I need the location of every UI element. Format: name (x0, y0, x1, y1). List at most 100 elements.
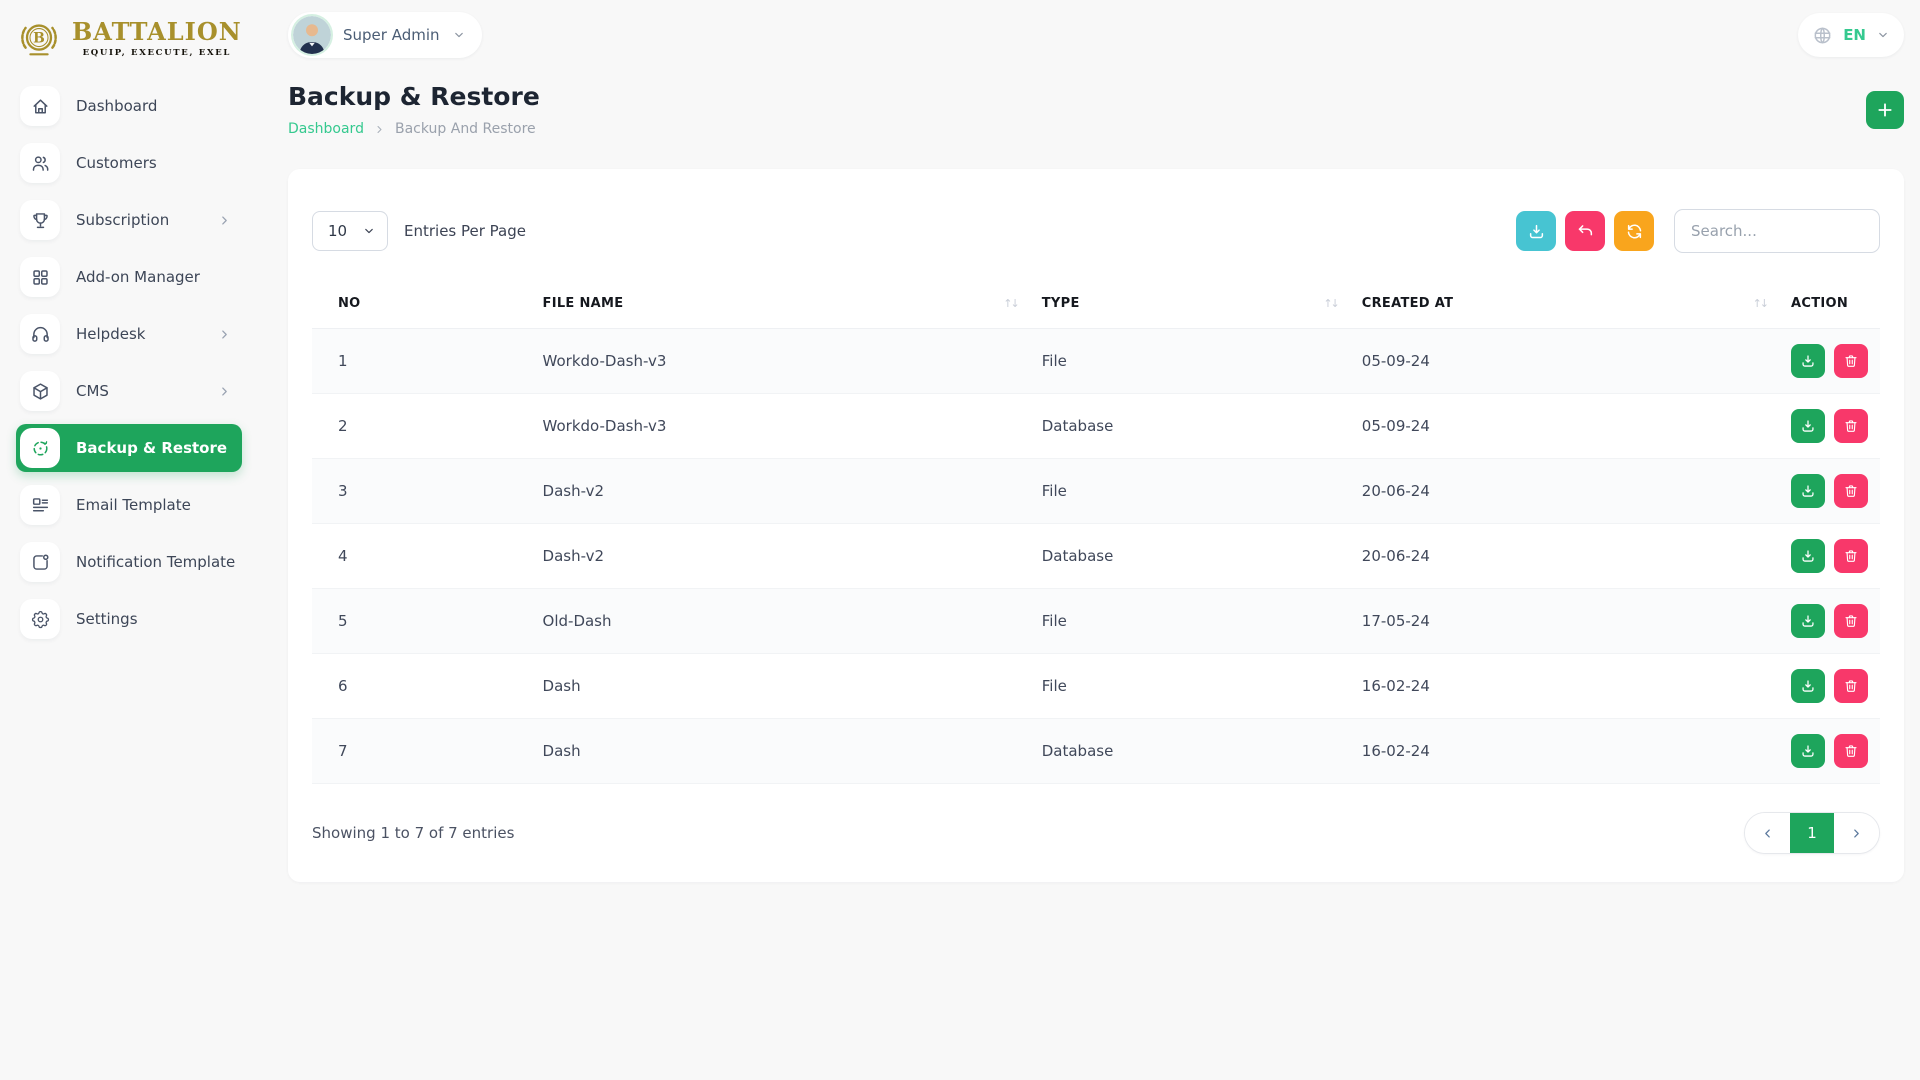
add-backup-button[interactable] (1866, 90, 1904, 129)
cell-created-at: 05-09-24 (1361, 417, 1430, 435)
home-icon (30, 96, 51, 117)
column-header-type[interactable]: TYPE ↑↓ (1030, 279, 1350, 329)
search-input[interactable] (1674, 209, 1880, 253)
chevron-right-icon (217, 213, 232, 228)
cell-file-name: Workdo-Dash-v3 (542, 352, 667, 370)
pagination-next-button[interactable] (1834, 813, 1879, 853)
brand-logo[interactable]: B BATTALION EQUIP, EXECUTE, EXEL (0, 14, 258, 78)
download-row-button[interactable] (1791, 344, 1825, 378)
delete-row-button[interactable] (1834, 604, 1868, 638)
delete-row-button[interactable] (1834, 474, 1868, 508)
download-icon (1800, 678, 1816, 694)
cell-created-at: 20-06-24 (1361, 482, 1430, 500)
cell-type: File (1041, 482, 1067, 500)
row-actions (1791, 604, 1868, 638)
nav-icon-box (20, 257, 60, 297)
sidebar-item-label: Notification Template (76, 553, 236, 571)
nav-icon-box (20, 542, 60, 582)
brand-tagline: EQUIP, EXECUTE, EXEL (82, 48, 232, 58)
topbar: Super Admin EN (288, 0, 1904, 58)
column-header-no: NO (338, 296, 361, 311)
trash-icon (1843, 418, 1859, 434)
sidebar-item-dashboard[interactable]: Dashboard (16, 82, 242, 130)
sidebar-item-label: CMS (76, 382, 109, 400)
download-icon (1800, 743, 1816, 759)
delete-row-button[interactable] (1834, 539, 1868, 573)
gear-icon (30, 609, 51, 630)
download-row-button[interactable] (1791, 474, 1825, 508)
table-row: 6 Dash File 16-02-24 (312, 654, 1880, 719)
notification-template-icon (30, 552, 51, 573)
globe-icon (1812, 25, 1833, 46)
delete-row-button[interactable] (1834, 669, 1868, 703)
trash-icon (1843, 678, 1859, 694)
sidebar-item-customers[interactable]: Customers (16, 139, 242, 187)
download-icon (1800, 483, 1816, 499)
download-row-button[interactable] (1791, 604, 1825, 638)
row-actions (1791, 669, 1868, 703)
chevron-left-icon (1760, 826, 1775, 841)
download-row-button[interactable] (1791, 734, 1825, 768)
nav-icon-box (20, 428, 60, 468)
column-header-created-at[interactable]: CREATED AT ↑↓ (1350, 279, 1779, 329)
chevron-right-icon (373, 123, 386, 136)
cell-type: File (1041, 612, 1067, 630)
showing-entries-text: Showing 1 to 7 of 7 entries (312, 824, 515, 842)
nav-icon-box (20, 314, 60, 354)
table-toolbar: 10 Entries Per Page (312, 209, 1880, 253)
sidebar-item-label: Add-on Manager (76, 268, 200, 286)
sidebar-item-label: Subscription (76, 211, 170, 229)
table-body: 1 Workdo-Dash-v3 File 05-09-24 2 Workdo-… (312, 328, 1880, 784)
breadcrumb: Dashboard Backup And Restore (288, 121, 540, 137)
main-content: Super Admin EN Backup & Restore Dashboar… (258, 0, 1920, 1080)
sidebar-item-subscription[interactable]: Subscription (16, 196, 242, 244)
sidebar-item-helpdesk[interactable]: Helpdesk (16, 310, 242, 358)
column-header-file-name[interactable]: FILE NAME ↑↓ (531, 279, 1030, 329)
headphones-icon (30, 324, 51, 345)
delete-row-button[interactable] (1834, 409, 1868, 443)
sidebar-item-settings[interactable]: Settings (16, 595, 242, 643)
cell-file-name: Dash (542, 677, 581, 695)
sidebar-item-label: Dashboard (76, 97, 158, 115)
sidebar-item-label: Backup & Restore (76, 439, 228, 457)
chevron-down-icon (1876, 28, 1890, 42)
download-row-button[interactable] (1791, 539, 1825, 573)
nav-icon-box (20, 485, 60, 525)
brand-text: BATTALION EQUIP, EXECUTE, EXEL (72, 20, 242, 59)
sidebar-item-cms[interactable]: CMS (16, 367, 242, 415)
cell-no: 5 (338, 612, 348, 630)
user-menu[interactable]: Super Admin (288, 12, 482, 58)
undo-icon (1576, 222, 1595, 241)
refresh-icon (1625, 222, 1644, 241)
refresh-button[interactable] (1614, 211, 1654, 251)
sidebar-item-backup-restore[interactable]: Backup & Restore (16, 424, 242, 472)
restore-undo-button[interactable] (1565, 211, 1605, 251)
toolbar-actions (1507, 209, 1880, 253)
pagination-page-1[interactable]: 1 (1790, 813, 1834, 853)
language-selector[interactable]: EN (1798, 13, 1904, 57)
sidebar-item-add-on-manager[interactable]: Add-on Manager (16, 253, 242, 301)
users-icon (30, 153, 51, 174)
cell-file-name: Workdo-Dash-v3 (542, 417, 667, 435)
cell-created-at: 16-02-24 (1361, 677, 1430, 695)
sort-icon: ↑↓ (1003, 297, 1020, 310)
pagination-prev-button[interactable] (1745, 813, 1790, 853)
sidebar: B BATTALION EQUIP, EXECUTE, EXEL Dashboa… (0, 0, 258, 1080)
sidebar-item-label: Email Template (76, 496, 191, 514)
sidebar-item-notification-template[interactable]: Notification Template (16, 538, 242, 586)
sidebar-item-email-template[interactable]: Email Template (16, 481, 242, 529)
download-row-button[interactable] (1791, 409, 1825, 443)
cell-created-at: 17-05-24 (1361, 612, 1430, 630)
download-icon (1800, 613, 1816, 629)
chevron-right-icon (217, 384, 232, 399)
row-actions (1791, 344, 1868, 378)
entries-per-page-select[interactable]: 10 (312, 211, 388, 251)
download-row-button[interactable] (1791, 669, 1825, 703)
cell-type: File (1041, 352, 1067, 370)
export-download-button[interactable] (1516, 211, 1556, 251)
breadcrumb-dashboard-link[interactable]: Dashboard (288, 121, 364, 137)
delete-row-button[interactable] (1834, 344, 1868, 378)
delete-row-button[interactable] (1834, 734, 1868, 768)
sidebar-item-label: Customers (76, 154, 157, 172)
cell-file-name: Dash-v2 (542, 547, 605, 565)
